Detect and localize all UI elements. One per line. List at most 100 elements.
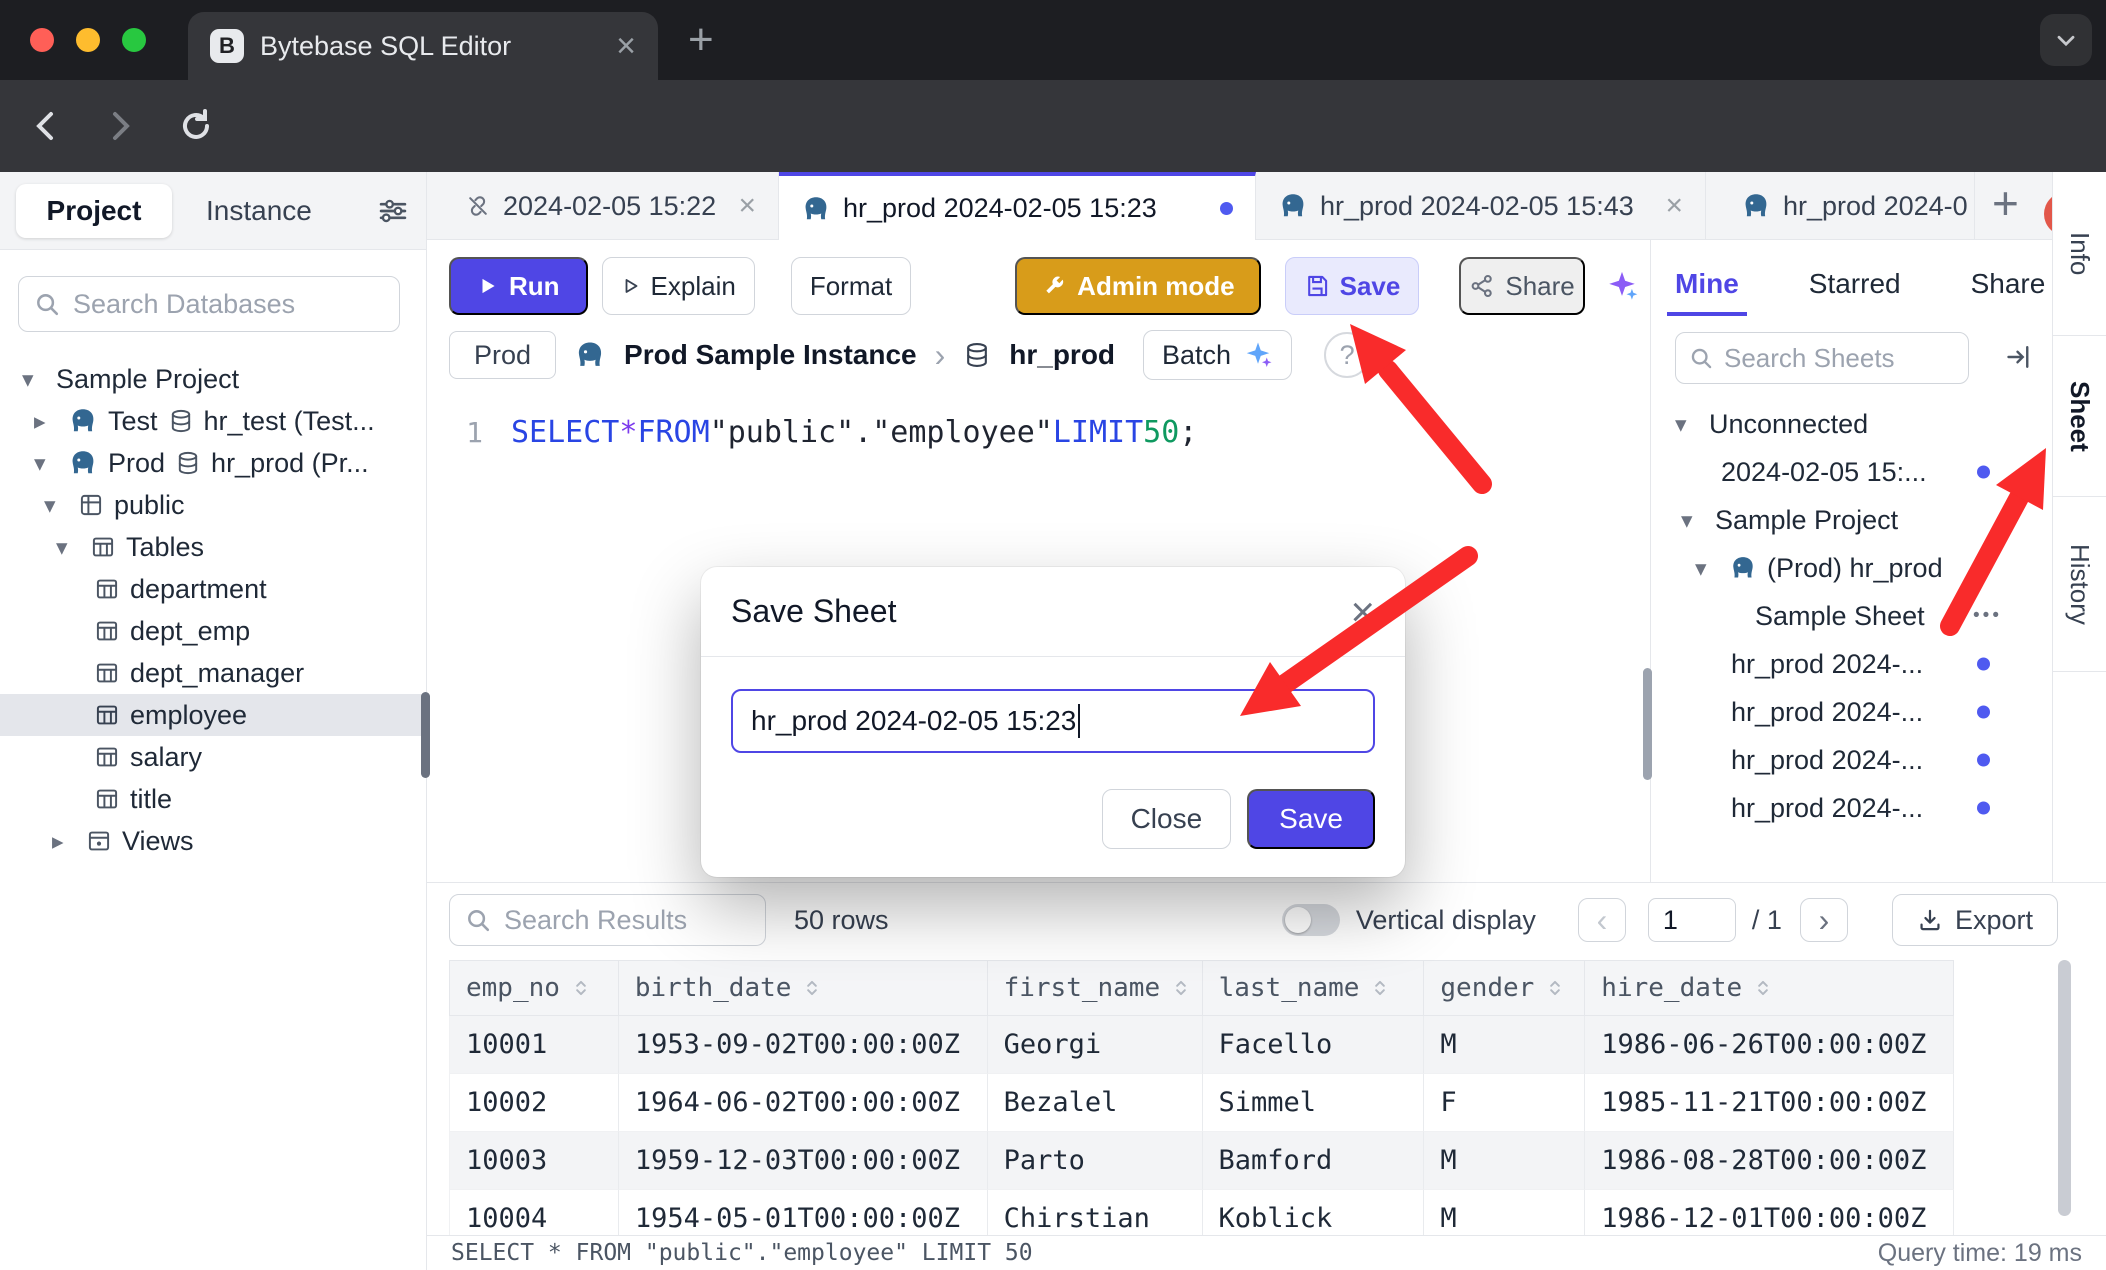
table-row[interactable]: 100031959-12-03T00:00:00ZPartoBamfordM19…: [449, 1132, 1954, 1190]
chevron-down-icon[interactable]: ▾: [34, 450, 58, 477]
chevron-down-icon[interactable]: ▾: [56, 534, 80, 561]
sheet-group-database[interactable]: ▾ (Prod) hr_prod: [1651, 544, 2052, 592]
help-icon[interactable]: ?: [1324, 332, 1370, 378]
minimize-window-button[interactable]: [76, 28, 100, 52]
close-tab-icon[interactable]: ×: [616, 29, 636, 63]
instance-name[interactable]: Prod Sample Instance: [624, 339, 917, 371]
tree-item-table-employee[interactable]: employee: [0, 694, 426, 736]
prev-page-button[interactable]: ‹: [1578, 898, 1626, 942]
sql-semicolon: ;: [1179, 415, 1197, 450]
rail-tab-info[interactable]: Info: [2053, 172, 2106, 336]
sheet-item[interactable]: hr_prod 2024-...: [1651, 736, 2052, 784]
more-icon[interactable]: •••: [1973, 605, 2002, 627]
sheet-group-project[interactable]: ▾ Sample Project: [1651, 496, 2052, 544]
environment-chip[interactable]: Prod: [449, 331, 556, 379]
save-button[interactable]: Save: [1285, 257, 1420, 315]
close-icon[interactable]: ×: [1350, 591, 1375, 633]
tree-item-instance-prod[interactable]: ▾ Prod hr_prod (Pr...: [0, 442, 426, 484]
back-icon[interactable]: [26, 106, 66, 146]
chevron-down-icon[interactable]: ▾: [1695, 555, 1719, 582]
batch-mode-button[interactable]: Batch: [1143, 330, 1292, 380]
sheet-item[interactable]: hr_prod 2024-...: [1651, 688, 2052, 736]
run-button[interactable]: Run: [449, 257, 588, 315]
tree-item-views-group[interactable]: ▸ Views: [0, 820, 426, 862]
sidebar-resize-handle[interactable]: [421, 692, 430, 778]
explain-button[interactable]: Explain: [602, 257, 755, 315]
collapse-panel-icon[interactable]: [2004, 342, 2034, 372]
tab-starred[interactable]: Starred: [1809, 268, 1901, 300]
rail-tab-sheet[interactable]: Sheet: [2053, 336, 2106, 497]
chevron-down-icon[interactable]: ▾: [22, 366, 46, 393]
results-scrollbar[interactable]: [2058, 960, 2071, 1216]
sheet-tab-active[interactable]: hr_prod 2024-02-05 15:23: [779, 172, 1256, 241]
results-search[interactable]: [449, 894, 766, 946]
sheet-item-sample[interactable]: Sample Sheet •••: [1651, 592, 2052, 640]
column-header[interactable]: birth_date: [619, 961, 988, 1016]
maximize-window-button[interactable]: [122, 28, 146, 52]
tree-item-instance-test[interactable]: ▸ Test hr_test (Test...: [0, 400, 426, 442]
sheet-group-unconnected[interactable]: ▾ Unconnected: [1651, 400, 2052, 448]
format-button[interactable]: Format: [791, 257, 911, 315]
tab-instance[interactable]: Instance: [206, 195, 312, 227]
sheet-tab-2[interactable]: hr_prod 2024-02-05 15:43 ×: [1256, 172, 1706, 240]
close-icon[interactable]: ×: [738, 191, 756, 221]
tree-item-schema-public[interactable]: ▾ public: [0, 484, 426, 526]
save-dialog-button[interactable]: Save: [1247, 789, 1375, 849]
tree-item-tables-group[interactable]: ▾ Tables: [0, 526, 426, 568]
chevron-right-icon[interactable]: ▸: [52, 828, 76, 855]
forward-icon[interactable]: [100, 106, 140, 146]
browser-tab[interactable]: B Bytebase SQL Editor ×: [188, 12, 658, 80]
database-name[interactable]: hr_prod: [1009, 339, 1115, 371]
admin-mode-button[interactable]: Admin mode: [1015, 257, 1260, 315]
sheet-tab-unconnected[interactable]: 2024-02-05 15:22 ×: [443, 172, 779, 240]
sheet-panel-resize-handle[interactable]: [1643, 668, 1652, 780]
new-tab-button[interactable]: +: [688, 18, 714, 62]
chevron-down-icon[interactable]: ▾: [1681, 507, 1705, 534]
export-button[interactable]: Export: [1892, 894, 2058, 946]
sheet-tab-3[interactable]: hr_prod 2024-0: [1719, 172, 1975, 240]
tab-share[interactable]: Share: [1971, 268, 2046, 300]
chevron-right-icon[interactable]: ▸: [34, 408, 58, 435]
close-icon[interactable]: ×: [1665, 191, 1683, 221]
results-search-input[interactable]: [504, 905, 751, 936]
column-header[interactable]: hire_date: [1585, 961, 1954, 1016]
tree-item-project[interactable]: ▾ Sample Project: [0, 358, 426, 400]
chevron-down-icon[interactable]: ▾: [44, 492, 68, 519]
sheet-item[interactable]: 2024-02-05 15:...: [1651, 448, 2052, 496]
vertical-display-toggle[interactable]: [1282, 904, 1340, 936]
ai-sparkle-icon[interactable]: [1605, 269, 1639, 303]
tree-item-table-department[interactable]: department: [0, 568, 426, 610]
share-button[interactable]: Share: [1459, 257, 1584, 315]
column-header[interactable]: last_name: [1203, 961, 1425, 1016]
table-row[interactable]: 100021964-06-02T00:00:00ZBezalelSimmelF1…: [449, 1074, 1954, 1132]
filter-sliders-icon[interactable]: [376, 194, 410, 228]
sheet-name-input[interactable]: hr_prod 2024-02-05 15:23: [731, 689, 1375, 753]
tab-mine[interactable]: Mine: [1675, 268, 1739, 300]
table-row[interactable]: 100011953-09-02T00:00:00ZGeorgiFacelloM1…: [449, 1016, 1954, 1074]
page-number-input[interactable]: [1648, 898, 1736, 942]
reload-icon[interactable]: [176, 106, 216, 146]
tree-item-table-dept-manager[interactable]: dept_manager: [0, 652, 426, 694]
sheet-item[interactable]: hr_prod 2024-...: [1651, 784, 2052, 832]
sheet-search-input[interactable]: [1724, 343, 1956, 374]
column-header[interactable]: first_name: [988, 961, 1203, 1016]
column-header[interactable]: gender: [1424, 961, 1585, 1016]
tab-search-button[interactable]: [2040, 14, 2092, 66]
column-header[interactable]: emp_no: [450, 961, 619, 1016]
rail-tab-history[interactable]: History: [2053, 497, 2106, 672]
close-dialog-button[interactable]: Close: [1102, 789, 1232, 849]
tree-item-table-dept-emp[interactable]: dept_emp: [0, 610, 426, 652]
next-page-button[interactable]: ›: [1800, 898, 1848, 942]
sql-code-line[interactable]: 1 SELECT * FROM "public"."employee" LIMI…: [427, 410, 1197, 454]
tree-item-table-title[interactable]: title: [0, 778, 426, 820]
sheet-search[interactable]: [1675, 332, 1969, 384]
tree-item-table-salary[interactable]: salary: [0, 736, 426, 778]
close-window-button[interactable]: [30, 28, 54, 52]
tab-project[interactable]: Project: [16, 184, 172, 238]
chevron-down-icon[interactable]: ▾: [1675, 411, 1699, 438]
database-search[interactable]: [18, 276, 400, 332]
database-search-input[interactable]: [73, 289, 385, 320]
dialog-footer: Close Save: [1102, 789, 1375, 849]
new-sheet-tab-button[interactable]: +: [1992, 180, 2019, 226]
sheet-item[interactable]: hr_prod 2024-...: [1651, 640, 2052, 688]
